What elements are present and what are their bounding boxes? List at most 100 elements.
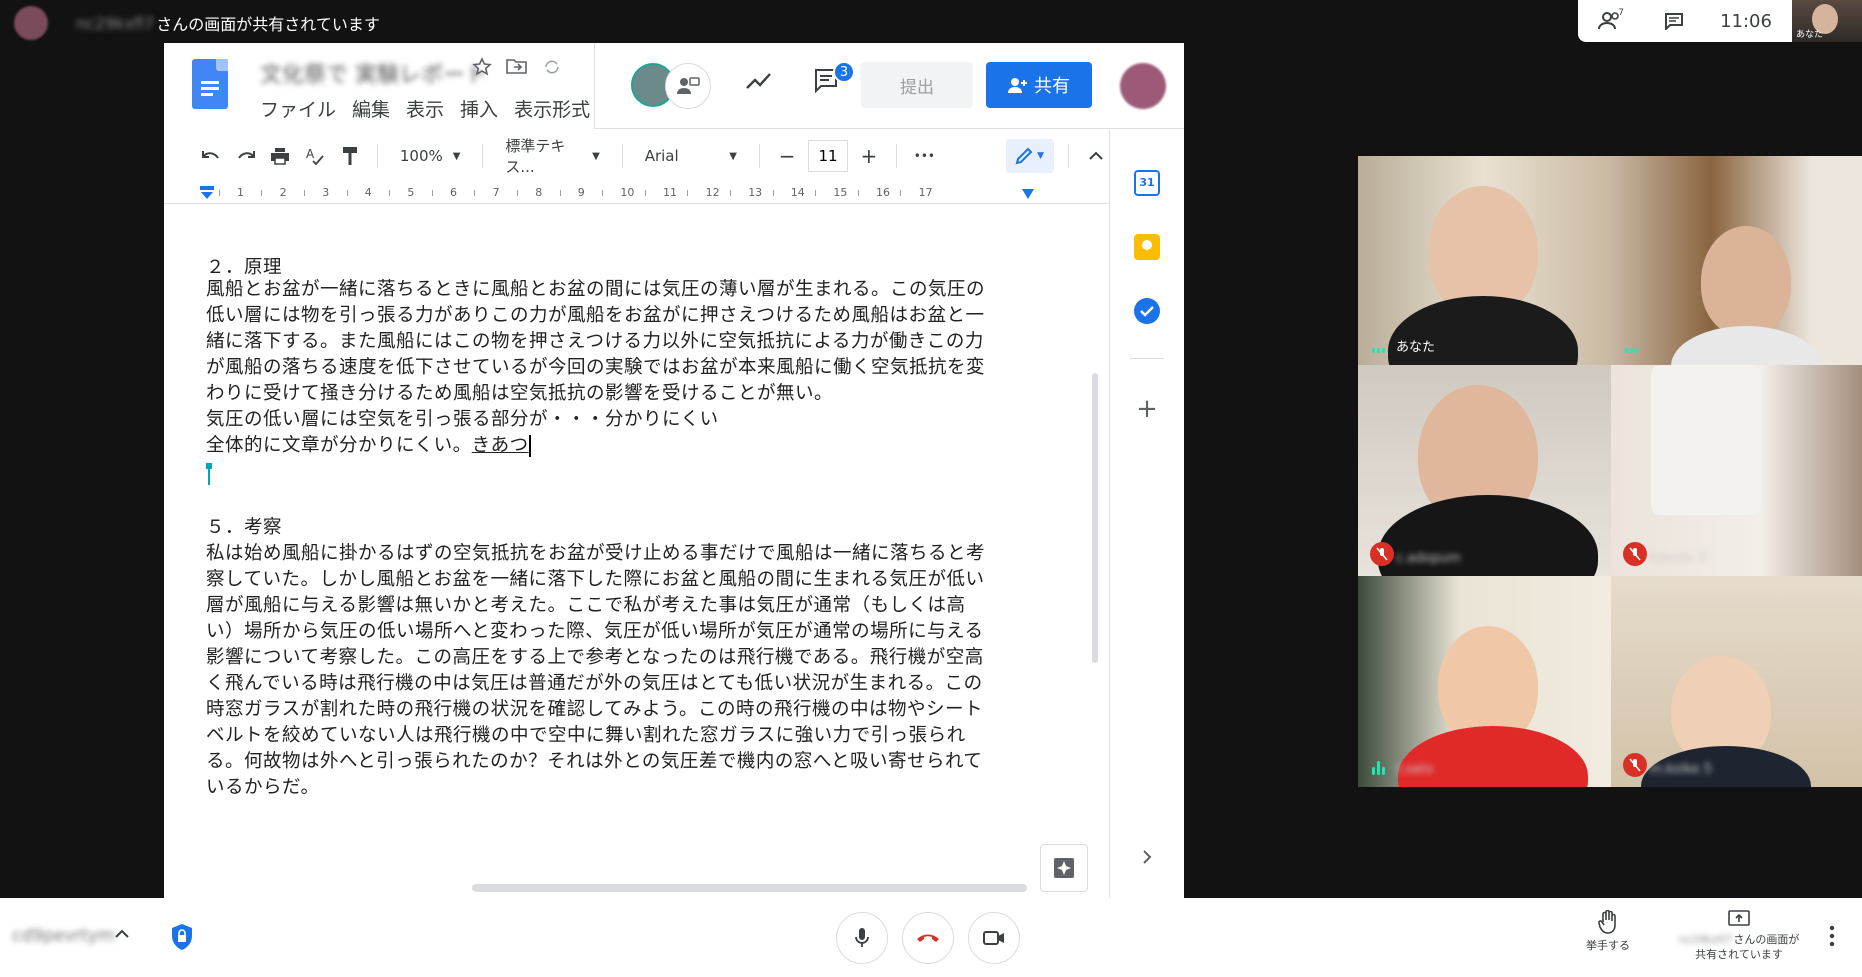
comment-count-badge: 3 [833, 61, 855, 83]
tasks-icon[interactable] [1134, 298, 1160, 324]
font-size-input[interactable]: 11 [808, 140, 848, 172]
participant-tile[interactable]: m.koike 5 [1611, 576, 1862, 787]
camera-button[interactable] [968, 912, 1020, 964]
toolbar-divider [896, 144, 898, 168]
calendar-icon[interactable]: 31 [1134, 170, 1160, 196]
toolbar-divider [376, 144, 378, 168]
ruler-tick [729, 190, 731, 196]
ruler-tick [602, 190, 604, 196]
self-preview[interactable]: あなた [1792, 0, 1862, 42]
microphone-button[interactable] [836, 912, 888, 964]
horizontal-scrollbar[interactable] [472, 884, 1027, 892]
participant-tile[interactable] [1611, 156, 1862, 365]
toolbar-divider [1067, 144, 1069, 168]
shield-icon [172, 924, 192, 950]
spellcheck-button[interactable]: A [302, 140, 329, 172]
document-page[interactable]: ２．原理 風船とお盆が一緒に落ちるときに風船とお盆の間には気圧の薄い層が生まれる… [164, 205, 1109, 898]
ruler[interactable]: 1 2 3 4 5 6 7 8 9 10 11 12 13 14 15 16 17 [164, 182, 1109, 204]
person-add-icon [1008, 78, 1027, 93]
chevron-up-icon [1089, 151, 1103, 160]
menu-view[interactable]: 表示 [406, 95, 444, 122]
hang-up-icon [917, 934, 939, 942]
paint-format-button[interactable] [336, 140, 363, 172]
security-button[interactable] [168, 922, 196, 952]
speaking-indicator [1625, 348, 1638, 353]
comment-line-2: 全体的に文章が分かりにくい。きあつ [206, 433, 1026, 459]
style-select[interactable]: 標準テキス... ▼ [497, 137, 607, 176]
menu-edit[interactable]: 編集 [352, 95, 390, 122]
editing-mode-button[interactable]: ▼ [1005, 139, 1054, 173]
chevron-right-icon[interactable] [1134, 844, 1160, 870]
leave-call-button[interactable] [902, 912, 954, 964]
participant-tile[interactable]: fukuda 3 [1611, 365, 1862, 576]
zoom-select[interactable]: 100% ▼ [392, 140, 469, 172]
ruler-tick [687, 190, 689, 196]
docs-header-right: 3 提出 共有 [594, 43, 1184, 129]
chevron-up-icon[interactable] [112, 924, 132, 944]
paragraph-line: わりに受けて掻き分けるため風船は空気抵抗の影響を受けることが無い。 [206, 383, 834, 404]
more-options-button[interactable]: ••• [911, 140, 938, 172]
participant-name: c.adopum [1396, 551, 1461, 566]
ruler-number: 7 [492, 186, 500, 199]
decrease-font-size-button[interactable]: − [774, 140, 801, 172]
menu-insert[interactable]: 挿入 [460, 95, 498, 122]
collaborator-avatars[interactable] [631, 63, 711, 109]
redo-button[interactable] [233, 140, 260, 172]
presenter-banner: nc29kxfl7 さんの画面が共有されています [14, 6, 380, 40]
print-button[interactable] [267, 140, 294, 172]
people-button[interactable]: 7 [1578, 0, 1642, 42]
left-indent-marker-icon[interactable] [199, 186, 215, 200]
present-to-meeting-button[interactable] [665, 63, 711, 109]
ruler-tick [218, 190, 220, 196]
paragraph-line: 私は始め風船に掛かるはずの空気抵抗をお盆が受け止める事だけで風船は一緒に落ちると… [206, 543, 986, 564]
ruler-number: 17 [918, 186, 933, 199]
share-button[interactable]: 共有 [986, 62, 1092, 108]
chevron-down-icon: ▼ [592, 150, 600, 162]
undo-button[interactable] [198, 140, 225, 172]
speaking-indicator [1372, 348, 1385, 353]
right-indent-marker-icon[interactable] [1021, 188, 1035, 200]
move-folder-icon[interactable] [506, 57, 528, 75]
add-addon-icon[interactable]: + [1134, 396, 1160, 422]
doc-title[interactable]: 文化祭で 実験レポート [260, 57, 487, 89]
star-icon[interactable] [472, 57, 492, 77]
presentation-status-button[interactable]: nc29kxfl7さんの画面が 共有されています [1674, 910, 1804, 962]
docs-logo-icon[interactable] [192, 59, 228, 109]
font-select[interactable]: Arial ▼ [637, 140, 745, 172]
account-avatar[interactable] [1120, 63, 1166, 109]
collapse-menus-button[interactable] [1082, 140, 1109, 172]
meet-window: nc29kxfl7 さんの画面が共有されています 7 11:06 あなた 文化祭… [0, 0, 1862, 977]
paint-format-icon [342, 147, 357, 165]
style-value: 標準テキス... [505, 137, 566, 176]
video-camera-icon [983, 931, 1004, 945]
people-count: 7 [1618, 8, 1624, 18]
presenting-text: さんの画面が共有されています [156, 15, 380, 34]
toolbar-divider [482, 144, 484, 168]
keep-icon[interactable] [1134, 234, 1160, 260]
toolbar-divider [758, 144, 760, 168]
more-vert-icon[interactable] [1828, 924, 1836, 948]
toolbar-divider [621, 144, 623, 168]
meeting-code[interactable]: cd9pevrtym [12, 926, 115, 946]
print-icon [271, 148, 290, 165]
ruler-number: 3 [322, 186, 330, 199]
vertical-scrollbar[interactable] [1092, 373, 1098, 663]
explore-button[interactable] [1040, 844, 1088, 892]
raise-hand-label: 挙手する [1586, 939, 1630, 952]
ruler-number: 12 [705, 186, 720, 199]
menu-format[interactable]: 表示形式 [514, 95, 590, 122]
raise-hand-button[interactable]: 挙手する [1578, 909, 1638, 953]
participant-tile[interactable]: c.adopum [1358, 365, 1611, 576]
chat-button[interactable] [1642, 0, 1706, 42]
paragraph-line: が風船の落ちる速度を低下させているが今回の実験ではお盆が本来風船に働く空気抵抗を… [206, 357, 986, 378]
participant-tile[interactable]: あなた [1358, 156, 1611, 365]
comment-line: 気圧の低い層には空気を引っ張る部分が・・・分かりにくい [206, 409, 719, 430]
heading-discussion: ５．考察 [206, 517, 283, 538]
submit-button[interactable]: 提出 [861, 62, 973, 108]
increase-font-size-button[interactable]: + [856, 140, 883, 172]
redo-icon [238, 151, 255, 159]
participant-tile[interactable]: t.sato [1358, 576, 1611, 787]
menu-file[interactable]: ファイル [260, 95, 336, 122]
activity-dashboard-icon[interactable] [745, 71, 773, 91]
ruler-number: 4 [364, 186, 372, 199]
